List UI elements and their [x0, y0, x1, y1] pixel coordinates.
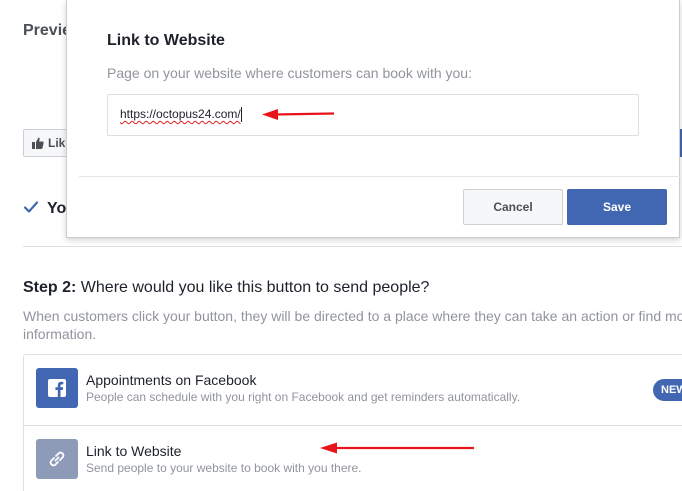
annotation-arrow-icon: [262, 109, 335, 120]
link-to-website-dialog: Link to Website Page on your website whe…: [66, 0, 681, 238]
new-badge: NEW: [653, 379, 682, 401]
section-divider: [23, 246, 682, 247]
step2-description: When customers click your button, they w…: [23, 308, 682, 342]
preview-heading: Previe: [23, 22, 72, 39]
option-title: Link to Website: [86, 443, 182, 459]
option-divider: [23, 425, 682, 426]
annotation-arrow-icon: [320, 442, 474, 454]
option-subtitle: People can schedule with you right on Fa…: [86, 390, 521, 404]
dialog-divider: [79, 176, 681, 177]
facebook-icon: [36, 368, 78, 408]
thumbs-up-icon: [32, 137, 44, 149]
url-input-value: https://octopus24.com/: [120, 107, 241, 121]
step2-question: Where would you like this button to send…: [76, 279, 430, 296]
step1-label: Yo: [47, 200, 67, 217]
dialog-title: Link to Website: [107, 32, 225, 49]
url-field-label: Page on your website where customers can…: [107, 65, 472, 81]
cancel-button[interactable]: Cancel: [463, 189, 563, 225]
step2-heading: Step 2: Where would you like this button…: [23, 279, 429, 297]
option-subtitle: Send people to your website to book with…: [86, 461, 362, 475]
step2-label: Step 2:: [23, 279, 77, 296]
link-icon: [36, 439, 78, 479]
save-button[interactable]: Save: [567, 189, 667, 225]
checkmark-icon: [23, 201, 39, 213]
text-caret: [241, 107, 242, 122]
option-title: Appointments on Facebook: [86, 372, 257, 388]
like-button-label: Lik: [48, 136, 66, 150]
